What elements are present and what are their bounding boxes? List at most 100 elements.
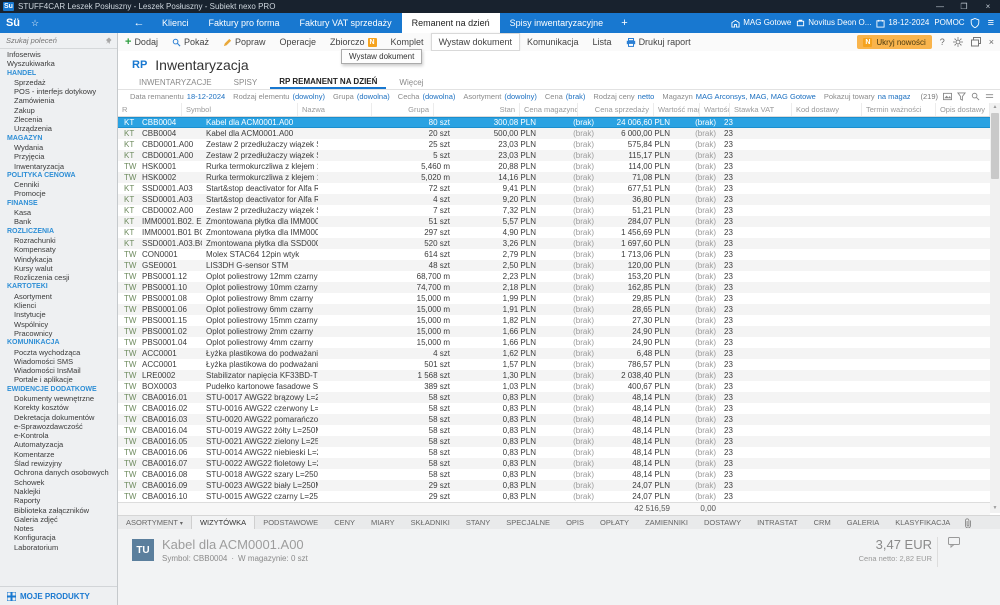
sidebar-item[interactable]: Klienci: [0, 301, 117, 310]
fiscal-device-indicator[interactable]: Novitus Deon O...: [796, 13, 871, 33]
search-icon[interactable]: [971, 92, 980, 101]
view-tab[interactable]: SPISY: [225, 78, 267, 89]
sidebar-item[interactable]: Rozrachunki: [0, 236, 117, 245]
module-tab[interactable]: Spisy inwentaryzacyjne: [500, 13, 614, 33]
column-header[interactable]: Nazwa: [298, 103, 372, 116]
table-row[interactable]: TW PBS0001.12 Oplot poliestrowy 12mm cza…: [118, 271, 990, 282]
sidebar-item[interactable]: Ochrona danych osobowych: [0, 468, 117, 477]
table-row[interactable]: KT CBD0002.A00 Zestaw 2 przedłużaczy wią…: [118, 205, 990, 216]
print-report-button[interactable]: Drukuj raport: [619, 34, 698, 50]
filter-value[interactable]: (brak): [566, 92, 586, 101]
detail-tab[interactable]: OPIS ▾: [558, 516, 592, 529]
close-button[interactable]: ×: [976, 0, 1000, 13]
sidebar-item[interactable]: MAGAZYN: [0, 134, 117, 143]
table-row[interactable]: TW PBS0001.08 Oplot poliestrowy 8mm czar…: [118, 293, 990, 304]
back-arrow-icon[interactable]: ←: [126, 13, 152, 33]
column-header[interactable]: Stawka VAT: [730, 103, 792, 116]
module-tab[interactable]: Klienci: [152, 13, 199, 33]
sidebar-item[interactable]: Galeria zdjęć: [0, 515, 117, 524]
view-tab[interactable]: Więcej: [390, 78, 432, 89]
detail-tab[interactable]: MIARY ▾: [363, 516, 403, 529]
table-row[interactable]: KT CBD0001.A00 Zestaw 2 przedłużaczy wią…: [118, 139, 990, 150]
sidebar-item[interactable]: Sprzedaż: [0, 78, 117, 87]
show-button[interactable]: Pokaż: [165, 34, 216, 50]
view-tab[interactable]: RP REMANENT NA DZIEŃ: [270, 77, 386, 89]
column-header[interactable]: Cena magazynowa ▾: [520, 103, 578, 116]
filter-value[interactable]: MAG Arconsys, MAG, MAG Gotowe: [696, 92, 816, 101]
filter-funnel-icon[interactable]: [957, 92, 966, 101]
module-tab[interactable]: Faktury pro forma: [199, 13, 290, 33]
detail-tab[interactable]: DOSTAWY ▾: [696, 516, 749, 529]
date-indicator[interactable]: 18-12-2024: [876, 13, 929, 33]
table-row[interactable]: TW PBS0001.15 Oplot poliestrowy 15mm cza…: [118, 315, 990, 326]
close-panel-icon[interactable]: ×: [989, 37, 994, 47]
detail-tab[interactable]: SPECJALNE ▾: [498, 516, 558, 529]
table-row[interactable]: KT CBB0004 Kabel dla ACM0001.A00 20 szt …: [118, 128, 990, 139]
table-row[interactable]: TW CBA0016.03 STU-0020 AWG22 pomarańczow…: [118, 414, 990, 425]
sidebar-item[interactable]: FINANSE: [0, 199, 117, 208]
scroll-down-icon[interactable]: ▼: [990, 504, 1000, 513]
sidebar-item[interactable]: HANDEL: [0, 69, 117, 78]
help-button[interactable]: ?: [940, 37, 945, 47]
sidebar-item[interactable]: Wydania: [0, 143, 117, 152]
sidebar-item[interactable]: Przyjęcia: [0, 152, 117, 161]
new-tab-button[interactable]: +: [613, 13, 635, 33]
filter-value[interactable]: 18-12-2024: [187, 92, 225, 101]
table-row[interactable]: TW ACC0001 Łyżka plastikowa do podważani…: [118, 359, 990, 370]
sidebar-item[interactable]: Biblioteka załączników: [0, 506, 117, 515]
list-settings-icon[interactable]: [985, 92, 994, 101]
table-row[interactable]: TW HSK0002 Rurka termokurczliwa z klejem…: [118, 172, 990, 183]
sidebar-item[interactable]: Korekty kosztów: [0, 403, 117, 412]
sidebar-item[interactable]: Windykacja: [0, 255, 117, 264]
sidebar-item[interactable]: ROZLICZENIA: [0, 227, 117, 236]
sidebar-item[interactable]: Pracownicy: [0, 329, 117, 338]
table-row[interactable]: TW BOX0003 Pudełko kartonowe fasadowe SG…: [118, 381, 990, 392]
sidebar-item[interactable]: Zakup: [0, 106, 117, 115]
table-row[interactable]: TW CBA0016.08 STU-0018 AWG22 szary L=250…: [118, 469, 990, 480]
sidebar-item[interactable]: Ślad rewizyjny: [0, 459, 117, 468]
bulk-menu[interactable]: ZbiorczoN: [323, 34, 384, 50]
filter-item[interactable]: Data remanentu18-12-2024: [130, 92, 225, 101]
filter-item[interactable]: Rodzaj cenynetto: [593, 92, 654, 101]
filter-item[interactable]: Cecha(dowolna): [398, 92, 456, 101]
column-header[interactable]: Termin ważności: [862, 103, 936, 116]
table-row[interactable]: KT CBD0001.A00 Zestaw 2 przedłużaczy wią…: [118, 150, 990, 161]
column-header[interactable]: Opis dostawy: [936, 103, 990, 116]
image-view-icon[interactable]: [943, 92, 952, 101]
sidebar-item[interactable]: Kompensaty: [0, 245, 117, 254]
sidebar-item[interactable]: e-Sprawozdawczość: [0, 422, 117, 431]
table-row[interactable]: TW HSK0001 Rurka termokurczliwa z klejem…: [118, 161, 990, 172]
column-header[interactable]: Stan: [434, 103, 520, 116]
app-logo[interactable]: Sü: [0, 13, 26, 33]
filter-value[interactable]: (dowolny): [292, 92, 325, 101]
sidebar-item[interactable]: Laboratorium: [0, 543, 117, 552]
sidebar-item[interactable]: POLITYKA CENOWA: [0, 171, 117, 180]
detail-tab[interactable]: WIZYTÓWKA ▾: [191, 516, 255, 529]
pin-icon[interactable]: [105, 37, 113, 45]
sidebar-item[interactable]: KARTOTEKI: [0, 282, 117, 291]
table-row[interactable]: TW LRE0002 Stabilizator napięcia KF33BD-…: [118, 370, 990, 381]
cascade-windows-icon[interactable]: [971, 37, 981, 47]
table-row[interactable]: TW CBA0016.10 STU-0015 AWG22 czarny L=25…: [118, 491, 990, 502]
filter-value[interactable]: na magazynie: [878, 92, 910, 101]
sidebar-item[interactable]: Inwentaryzacja: [0, 162, 117, 171]
detail-tab[interactable]: ZAMIENNIKI ▾: [637, 516, 696, 529]
filter-item[interactable]: Asortyment(dowolny): [463, 92, 536, 101]
column-header[interactable]: Wartość sprzed...: [700, 103, 730, 116]
module-tab[interactable]: Remanent na dzień: [402, 13, 500, 33]
table-row[interactable]: KT SSD0001.A03.BOARD Zmontowana płytka d…: [118, 238, 990, 249]
sidebar-item[interactable]: Raporty: [0, 496, 117, 505]
sidebar-item[interactable]: Instytucje: [0, 310, 117, 319]
table-row[interactable]: TW ACC0001 Łyżka plastikowa do podważani…: [118, 348, 990, 359]
filter-item[interactable]: MagazynMAG Arconsys, MAG, MAG Gotowe: [662, 92, 815, 101]
sidebar-item[interactable]: Asortyment: [0, 292, 117, 301]
table-row[interactable]: TW PBS0001.06 Oplot poliestrowy 6mm czar…: [118, 304, 990, 315]
filter-value[interactable]: (dowolna): [357, 92, 390, 101]
filter-value[interactable]: netto: [638, 92, 655, 101]
table-row[interactable]: TW CBA0016.06 STU-0014 AWG22 niebieski L…: [118, 447, 990, 458]
operations-menu[interactable]: Operacje: [272, 34, 323, 50]
detail-tab[interactable]: ASORTYMENT ▾: [118, 516, 191, 529]
column-header[interactable]: Kod dostawy: [792, 103, 862, 116]
sidebar-item[interactable]: Zamówienia: [0, 96, 117, 105]
sidebar-item[interactable]: KOMUNIKACJA: [0, 338, 117, 347]
